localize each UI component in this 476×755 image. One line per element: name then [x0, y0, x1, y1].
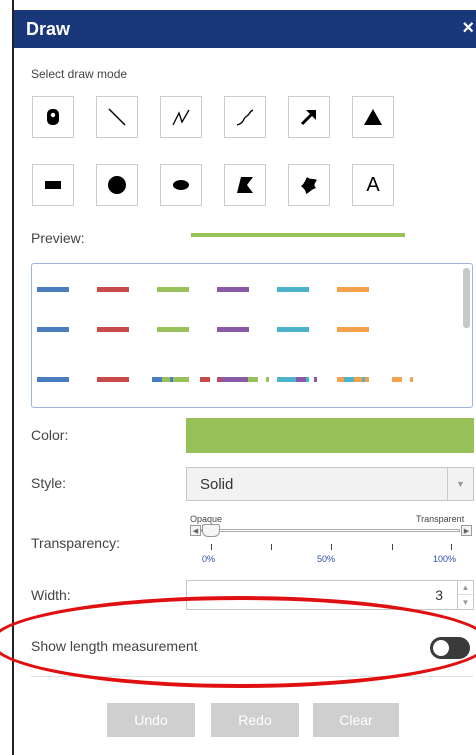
tool-triangle-button[interactable] [352, 96, 394, 138]
symbol-swatch[interactable] [97, 377, 129, 382]
symbol-swatch[interactable] [200, 377, 232, 382]
tool-freehand-polygon-button[interactable] [288, 164, 330, 206]
spin-up-icon[interactable]: ▲ [458, 581, 473, 595]
width-value: 3 [435, 587, 443, 603]
freehand-polygon-icon [301, 177, 317, 194]
symbol-swatch[interactable] [392, 377, 424, 382]
rectangle-icon [45, 181, 61, 189]
symbol-swatch[interactable] [37, 287, 69, 292]
slider-tick [451, 544, 452, 550]
length-measurement-label: Show length measurement [31, 638, 198, 654]
slider-tick [331, 544, 332, 550]
preview-label: Preview: [31, 230, 85, 246]
triangle-icon [364, 109, 382, 125]
arrow-icon [300, 110, 316, 126]
ellipse-icon [173, 180, 189, 190]
width-spinner: ▲ ▼ [457, 581, 473, 609]
slider-increment-button[interactable]: ▶ [461, 525, 472, 536]
tool-line-button[interactable] [96, 96, 138, 138]
close-icon[interactable]: × [462, 17, 474, 40]
panel-title: Draw [26, 19, 71, 39]
tool-point-button[interactable] [32, 96, 74, 138]
map-pin-icon [47, 109, 59, 125]
tool-polygon-button[interactable] [224, 164, 266, 206]
clear-button[interactable]: Clear [313, 703, 399, 737]
slider-decrement-button[interactable]: ◀ [190, 525, 201, 536]
symbol-swatch[interactable] [248, 377, 280, 382]
symbol-swatch[interactable] [277, 287, 309, 292]
undo-button[interactable]: Undo [107, 703, 195, 737]
slider-track[interactable] [201, 529, 460, 532]
polyline-icon [172, 109, 190, 126]
opaque-label: Opaque [190, 514, 223, 524]
slider-thumb[interactable] [202, 524, 220, 537]
spin-down-icon[interactable]: ▼ [458, 595, 473, 609]
transparent-label: Transparent [416, 514, 465, 524]
text-icon: A [366, 173, 380, 196]
tick-label-50: 50% [317, 554, 336, 564]
symbol-swatch[interactable] [277, 327, 309, 332]
length-measurement-toggle[interactable] [430, 637, 470, 659]
tool-ellipse-button[interactable] [160, 164, 202, 206]
symbol-swatch[interactable] [217, 287, 249, 292]
tool-polyline-button[interactable] [160, 96, 202, 138]
tool-rectangle-button[interactable] [32, 164, 74, 206]
transparency-label: Transparency: [31, 535, 120, 551]
width-label: Width: [31, 587, 71, 603]
titlebar: Draw × [14, 10, 476, 48]
color-picker[interactable] [186, 418, 474, 453]
width-input[interactable]: 3 ▲ ▼ [186, 580, 474, 610]
symbol-swatch[interactable] [296, 377, 328, 382]
tool-text-button[interactable]: A [352, 164, 394, 206]
tick-label-100: 100% [433, 554, 457, 564]
draw-mode-label: Select draw mode [31, 67, 128, 81]
redo-button[interactable]: Redo [211, 703, 299, 737]
style-select[interactable]: Solid ▼ [186, 467, 474, 501]
tool-arrow-button[interactable] [288, 96, 330, 138]
symbol-swatch[interactable] [37, 327, 69, 332]
symbol-swatch[interactable] [344, 377, 376, 382]
symbol-swatch[interactable] [152, 377, 184, 382]
slider-tick [392, 544, 393, 550]
polygon-icon [237, 177, 253, 193]
symbol-swatch[interactable] [217, 327, 249, 332]
symbol-swatch[interactable] [157, 287, 189, 292]
symbol-swatch[interactable] [337, 287, 369, 292]
symbol-swatch[interactable] [157, 327, 189, 332]
color-label: Color: [31, 427, 69, 443]
style-value: Solid [200, 476, 234, 493]
tool-circle-button[interactable] [96, 164, 138, 206]
gallery-scrollbar[interactable] [463, 268, 470, 328]
line-icon [108, 108, 126, 126]
slider-tick [211, 544, 212, 550]
transparency-slider[interactable]: ◀ ▶ [190, 524, 472, 539]
toggle-knob [433, 640, 449, 656]
freehand-line-icon [236, 109, 254, 126]
symbol-swatch[interactable] [37, 377, 69, 382]
chevron-down-icon: ▼ [447, 468, 473, 500]
divider [31, 676, 473, 677]
symbol-gallery [31, 263, 473, 408]
tool-freehand-polyline-button[interactable] [224, 96, 266, 138]
symbol-swatch[interactable] [97, 327, 129, 332]
style-label: Style: [31, 475, 67, 491]
draw-panel: Draw × Select draw mode A Preview: Color… [12, 0, 476, 755]
preview-line [191, 233, 405, 237]
slider-tick [271, 544, 272, 550]
tick-label-0: 0% [202, 554, 216, 564]
symbol-swatch[interactable] [337, 327, 369, 332]
symbol-swatch[interactable] [97, 287, 129, 292]
circle-icon [108, 176, 126, 194]
